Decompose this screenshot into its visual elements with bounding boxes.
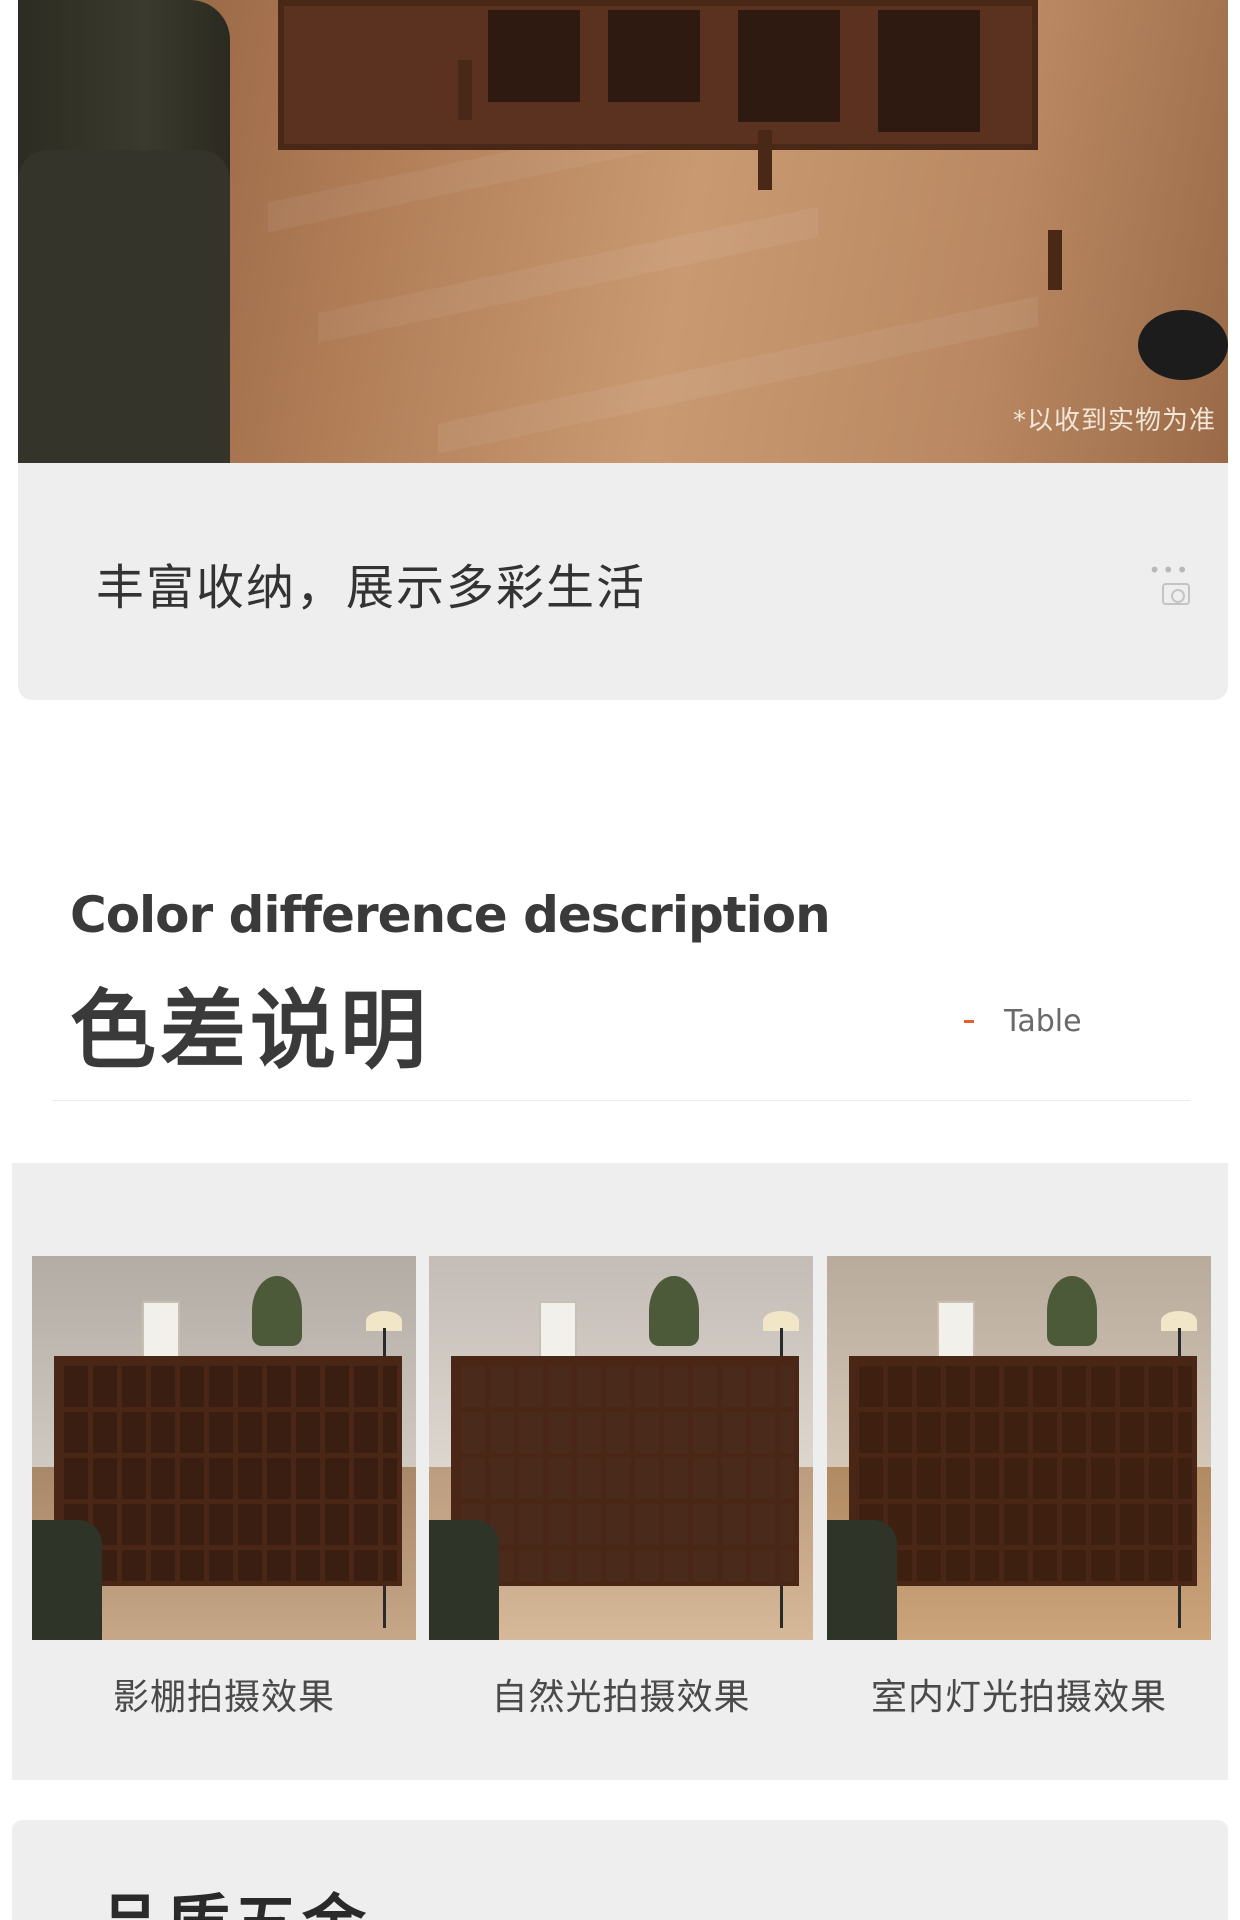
- plant: [252, 1276, 302, 1346]
- floor-plank: [318, 206, 818, 344]
- color-comparison-panel: 影棚拍摄效果 自然光拍摄效果 室内灯光拍摄效果: [12, 1163, 1228, 1780]
- picture-frame: [142, 1301, 180, 1359]
- sofa: [32, 1520, 102, 1640]
- picture-frame: [937, 1301, 975, 1359]
- tag-label: Table: [1004, 1004, 1082, 1039]
- floor-lamp-base: [1138, 310, 1228, 380]
- sofa: [827, 1520, 897, 1640]
- bookshelf: [451, 1356, 799, 1586]
- floor-plank: [438, 296, 1038, 454]
- photo-label-studio: 影棚拍摄效果: [112, 1677, 335, 1718]
- natural-light-photo: [429, 1256, 813, 1640]
- sofa: [429, 1520, 499, 1640]
- caption-text: 丰富收纳，展示多彩生活: [96, 560, 647, 616]
- cabinet-leg: [1048, 230, 1062, 290]
- tag-dash-icon: [964, 1020, 974, 1023]
- plant: [1047, 1276, 1097, 1346]
- section-title-zh: 色差说明: [70, 981, 430, 1081]
- cabinet-leg: [458, 60, 472, 120]
- actual-product-note: *以收到实物为准: [1012, 406, 1216, 436]
- photo-label-indoor: 室内灯光拍摄效果: [870, 1677, 1167, 1718]
- divider: [52, 1100, 1190, 1101]
- camera-icon[interactable]: [1162, 583, 1190, 605]
- picture-frame: [539, 1301, 577, 1359]
- hero-image: *以收到实物为准: [18, 0, 1228, 463]
- next-section-title: 品质五金: [98, 1874, 370, 1920]
- caption-card: 丰富收纳，展示多彩生活 •••: [18, 463, 1228, 700]
- sofa-arm: [18, 150, 230, 463]
- shelf-cell: [734, 6, 844, 126]
- bookshelf: [54, 1356, 402, 1586]
- plant: [649, 1276, 699, 1346]
- cabinet-leg: [758, 130, 772, 190]
- section-title-en: Color difference description: [70, 886, 831, 944]
- studio-photo: [32, 1256, 416, 1640]
- bookshelf-cabinet: [278, 0, 1038, 150]
- shelf-cell: [604, 6, 704, 106]
- indoor-light-photo: [827, 1256, 1211, 1640]
- more-icon[interactable]: •••: [1149, 558, 1190, 582]
- shelf-cell: [874, 6, 984, 136]
- next-section-card: 品质五金: [12, 1820, 1228, 1920]
- bookshelf: [849, 1356, 1197, 1586]
- shelf-cell: [484, 6, 584, 106]
- photo-label-natural: 自然光拍摄效果: [491, 1677, 751, 1718]
